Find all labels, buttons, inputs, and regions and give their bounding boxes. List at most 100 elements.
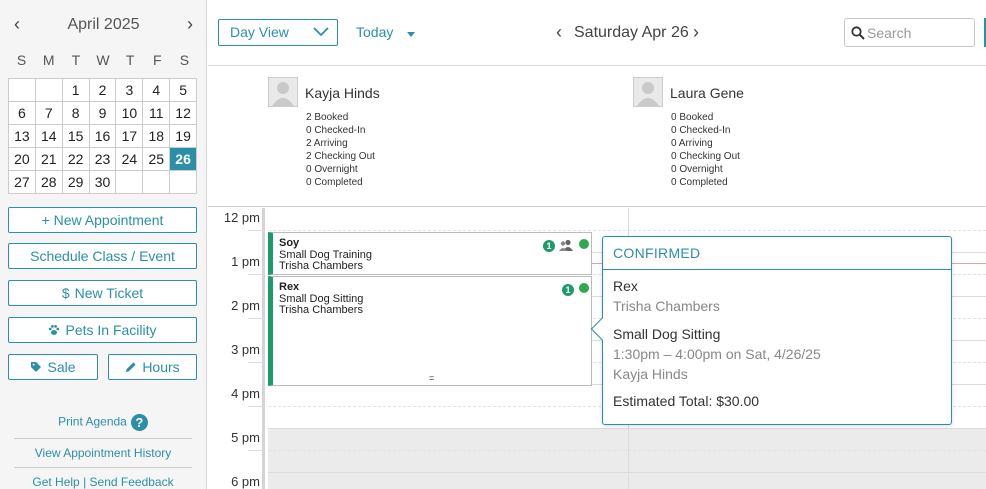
calendar-day[interactable]: 30 xyxy=(89,171,117,194)
calendar-day[interactable]: 13 xyxy=(9,125,36,148)
search-box[interactable] xyxy=(844,18,975,47)
schedule-class-button[interactable]: Schedule Class / Event xyxy=(8,243,197,269)
new-appointment-label: + New Appointment xyxy=(41,212,164,228)
count-badge: 1 xyxy=(543,240,555,252)
weekday-label: F xyxy=(152,52,162,68)
calendar-day[interactable]: 1 xyxy=(62,79,90,102)
grid-line xyxy=(268,450,986,451)
stat-arriving: 2 Arriving xyxy=(306,138,348,149)
calendar-day[interactable]: 11 xyxy=(143,102,171,125)
popover-time: 1:30pm – 4:00pm on Sat, 4/26/25 xyxy=(613,346,821,362)
calendar-day[interactable]: 6 xyxy=(9,102,36,125)
new-ticket-button[interactable]: $ New Ticket xyxy=(8,280,197,306)
mini-calendar-header: ‹ April 2025 › xyxy=(0,12,207,38)
calendar-day[interactable]: 26 xyxy=(170,148,198,171)
status-dot xyxy=(579,283,589,293)
calendar-day[interactable]: 17 xyxy=(116,125,144,148)
calendar-day[interactable]: 29 xyxy=(62,171,90,194)
divider xyxy=(14,467,192,468)
staff-name[interactable]: Laura Gene xyxy=(670,85,744,101)
stat-checking-out: 0 Checking Out xyxy=(671,151,740,162)
print-agenda-row: Print Agenda? xyxy=(8,414,198,431)
calendar-day[interactable]: 22 xyxy=(62,148,90,171)
today-button[interactable]: Today xyxy=(356,24,393,40)
calendar-day[interactable]: 15 xyxy=(62,125,90,148)
new-ticket-label: New Ticket xyxy=(74,285,144,301)
weekday-label: M xyxy=(42,52,55,68)
calendar-day[interactable]: 23 xyxy=(89,148,117,171)
view-select-value: Day View xyxy=(230,24,289,40)
grid-line xyxy=(248,230,265,231)
weekday-label: W xyxy=(96,52,110,68)
paw-icon xyxy=(49,325,60,335)
staff-stats: 2 Booked 0 Checked-In 2 Arriving 2 Check… xyxy=(306,111,375,189)
hours-button[interactable]: Hours xyxy=(108,354,197,380)
help-icon[interactable]: ? xyxy=(130,414,148,431)
weekday-label: S xyxy=(179,52,190,68)
calendar-day[interactable]: 10 xyxy=(116,102,144,125)
resize-handle[interactable]: = xyxy=(429,373,434,383)
staff-name[interactable]: Kayja Hinds xyxy=(305,85,380,101)
get-help-link[interactable]: Get Help xyxy=(32,475,79,489)
weekday-header: S M T W T F S xyxy=(8,52,198,72)
calendar-day[interactable]: 20 xyxy=(9,148,36,171)
hour-label: 1 pm xyxy=(231,254,260,269)
calendar-day[interactable]: 28 xyxy=(35,171,63,194)
calendar-week: 12345 xyxy=(9,79,198,102)
appointment-owner: Trisha Chambers xyxy=(279,304,363,316)
calendar-day[interactable]: 16 xyxy=(89,125,117,148)
search-icon xyxy=(851,26,865,40)
caret-down-icon[interactable] xyxy=(407,32,415,37)
pets-in-facility-label: Pets In Facility xyxy=(65,322,157,338)
view-select[interactable]: Day View xyxy=(218,19,338,46)
schedule-class-label: Schedule Class / Event xyxy=(30,248,175,264)
calendar-day[interactable]: 19 xyxy=(170,125,198,148)
group-icon xyxy=(559,239,573,251)
popover-owner[interactable]: Trisha Chambers xyxy=(613,298,720,314)
appointment-card[interactable]: Soy Small Dog Training Trisha Chambers 1 xyxy=(268,232,592,275)
calendar-day[interactable]: 27 xyxy=(9,171,36,194)
status-dot xyxy=(579,239,589,249)
search-input[interactable] xyxy=(867,23,971,43)
hour-label: 3 pm xyxy=(231,342,260,357)
calendar-empty-cell xyxy=(170,171,198,194)
popover-service: Small Dog Sitting xyxy=(613,326,721,342)
stat-checked-in: 0 Checked-In xyxy=(671,125,731,136)
calendar-day[interactable]: 25 xyxy=(143,148,171,171)
calendar-day[interactable]: 24 xyxy=(116,148,144,171)
chevron-left-icon[interactable]: ‹ xyxy=(556,22,562,42)
sale-label: Sale xyxy=(47,359,76,375)
calendar-day[interactable]: 9 xyxy=(89,102,117,125)
calendar-day[interactable]: 8 xyxy=(62,102,90,125)
grid-line xyxy=(248,318,265,319)
pets-in-facility-button[interactable]: Pets In Facility xyxy=(8,317,197,343)
calendar-day[interactable]: 3 xyxy=(116,79,144,102)
grid-line xyxy=(248,450,265,451)
stat-booked: 0 Booked xyxy=(671,112,714,123)
current-date-title: Saturday Apr 26 xyxy=(574,24,689,41)
chevron-right-icon[interactable]: › xyxy=(693,22,699,42)
app-root: ‹ April 2025 › S M T W T F S 1 2 3 4 5 6 7 8 9 10… xyxy=(0,0,986,489)
staff-header: Kayja Hinds 2 Booked 0 Checked-In 2 Arri… xyxy=(208,67,986,207)
appointment-card[interactable]: Rex Small Dog Sitting Trisha Chambers 1 … xyxy=(268,276,592,386)
calendar-day[interactable]: 14 xyxy=(35,125,63,148)
chevron-right-icon[interactable]: › xyxy=(181,14,199,34)
view-history-link[interactable]: View Appointment History xyxy=(8,446,198,460)
popover-pet[interactable]: Rex xyxy=(613,278,638,294)
calendar-day[interactable]: 2 xyxy=(89,79,117,102)
tag-icon xyxy=(31,362,42,372)
calendar-day[interactable]: 12 xyxy=(170,102,198,125)
print-agenda-link[interactable]: Print Agenda xyxy=(58,415,127,429)
help-links-row: Get Help | Send Feedback xyxy=(8,475,198,489)
calendar-day[interactable]: 5 xyxy=(170,79,198,102)
calendar-day[interactable]: 18 xyxy=(143,125,171,148)
person-icon xyxy=(637,82,659,106)
divider xyxy=(14,438,192,439)
calendar-day[interactable]: 21 xyxy=(35,148,63,171)
send-feedback-link[interactable]: Send Feedback xyxy=(90,475,174,489)
calendar-day[interactable]: 4 xyxy=(143,79,171,102)
new-appointment-button[interactable]: + New Appointment xyxy=(8,207,197,233)
sale-button[interactable]: Sale xyxy=(8,354,98,380)
calendar-day[interactable]: 7 xyxy=(35,102,63,125)
hour-label: 12 pm xyxy=(223,210,260,225)
